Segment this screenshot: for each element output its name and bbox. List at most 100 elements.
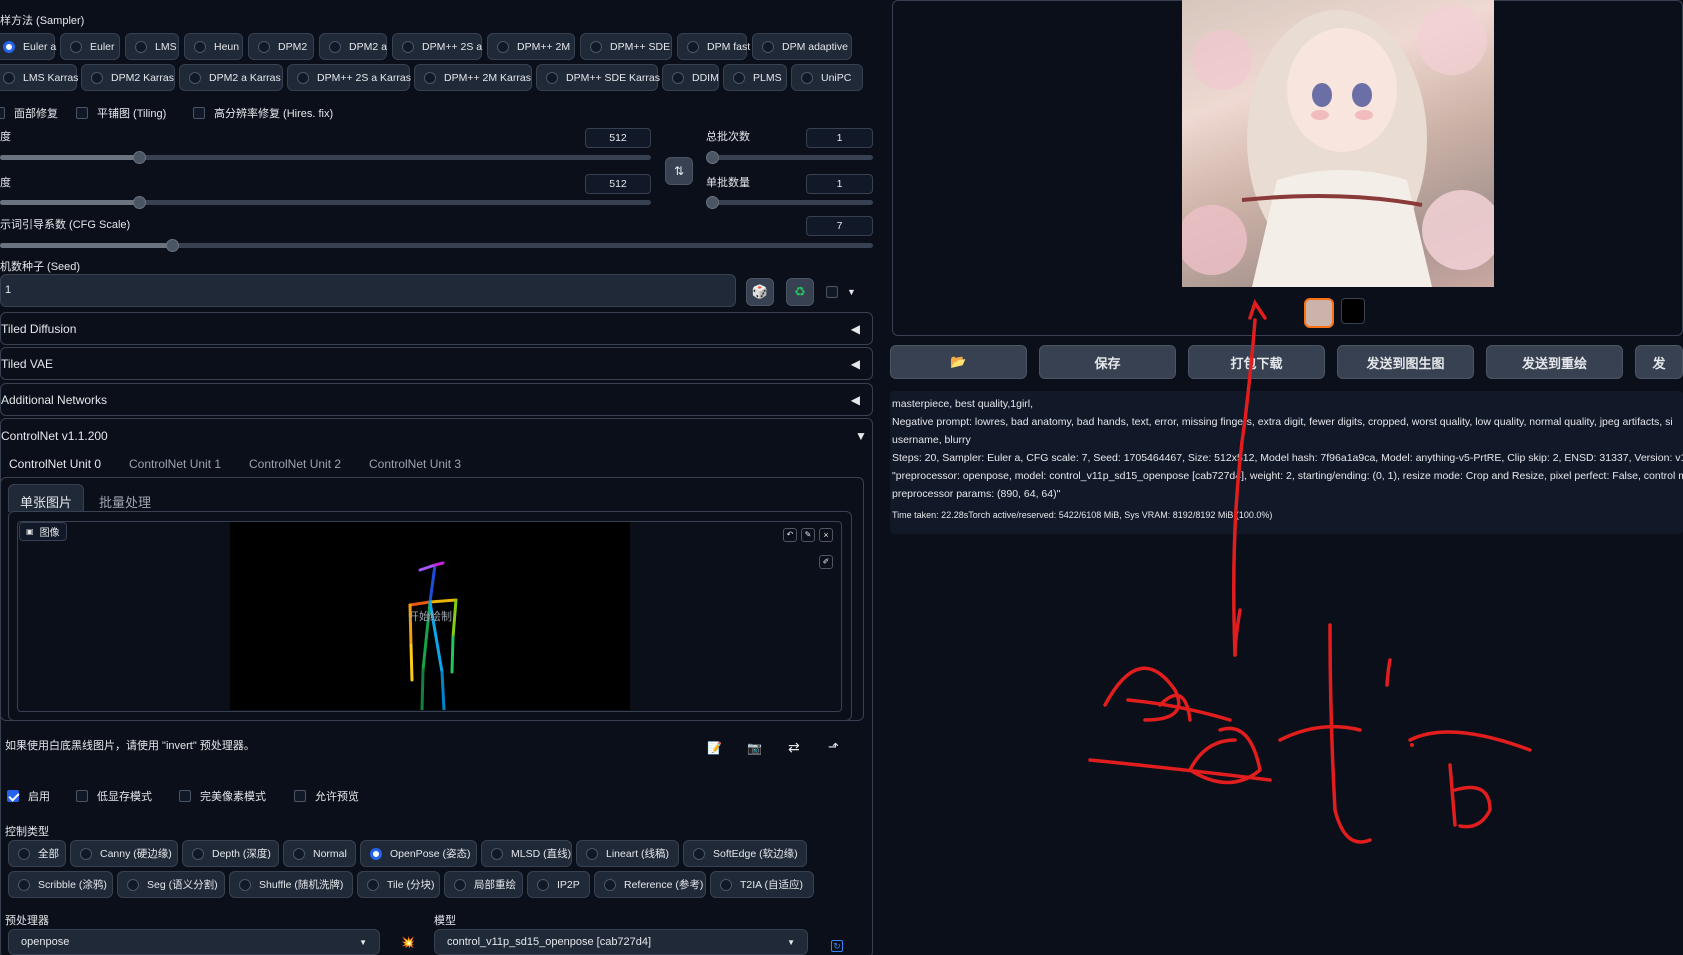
sampler-option[interactable]: Euler a <box>0 33 56 60</box>
sampler-option[interactable]: DPM fast <box>677 33 750 60</box>
radio-dot <box>491 847 503 860</box>
cfg-scale-slider[interactable] <box>0 239 873 252</box>
control-type-option[interactable]: 局部重绘 <box>444 871 523 898</box>
tab-batch[interactable]: 批量处理 <box>99 492 151 511</box>
batch-size-slider[interactable] <box>706 196 873 209</box>
radio-dot <box>693 847 705 860</box>
sampler-option[interactable]: DDIM <box>662 64 719 91</box>
control-type-option[interactable]: T2IA (自适应) <box>710 871 814 898</box>
controlnet-title: ControlNet v1.1.200 <box>1 429 108 443</box>
swap-icon[interactable]: ⇄ <box>788 739 800 756</box>
preprocessor-select[interactable]: openpose ▼ <box>8 929 380 955</box>
pose-canvas[interactable]: 开始绘制 <box>230 522 630 712</box>
control-type-option[interactable]: OpenPose (姿态) <box>360 840 477 867</box>
width-input[interactable]: 512 <box>585 128 651 148</box>
control-type-option[interactable]: Depth (深度) <box>182 840 279 867</box>
camera-icon[interactable]: 📷 <box>747 741 762 755</box>
model-select[interactable]: control_v11p_sd15_openpose [cab727d4] ▼ <box>434 929 808 955</box>
caret-down-icon[interactable]: ▼ <box>855 429 867 443</box>
sampler-option[interactable]: Euler <box>60 33 120 60</box>
sampler-option[interactable]: UniPC <box>791 64 863 91</box>
extra-seed-checkbox[interactable]: ▼ <box>826 286 856 298</box>
width-slider[interactable] <box>0 151 651 164</box>
sampler-option[interactable]: LMS <box>125 33 179 60</box>
enable-checkbox[interactable]: 启用 <box>7 788 50 804</box>
tab-controlnet-unit-0[interactable]: ControlNet Unit 0 <box>9 457 101 471</box>
low-vram-checkbox[interactable]: 低显存模式 <box>76 788 152 804</box>
radio-label: DPM++ 2S a Karras <box>317 71 411 84</box>
sampler-option[interactable]: DPM adaptive <box>752 33 852 60</box>
control-type-option[interactable]: Reference (参考) <box>594 871 706 898</box>
radio-dot <box>762 40 774 53</box>
tiled-vae-accordion[interactable]: Tiled VAE ◀ <box>0 347 873 380</box>
sampler-option[interactable]: DPM++ 2M <box>487 33 575 60</box>
control-type-option[interactable]: Scribble (涂鸦) <box>8 871 113 898</box>
hires-fix-checkbox[interactable]: 高分辨率修复 (Hires. fix) <box>193 105 333 121</box>
sampler-option[interactable]: DPM2 a <box>319 33 387 60</box>
recycle-icon: ♻ <box>794 284 806 299</box>
radio-dot <box>370 847 382 860</box>
control-type-option[interactable]: Canny (硬边缘) <box>70 840 178 867</box>
control-type-option[interactable]: MLSD (直线) <box>481 840 572 867</box>
sampler-option[interactable]: DPM++ 2S a <box>392 33 482 60</box>
height-input[interactable]: 512 <box>585 174 651 194</box>
tiled-diffusion-accordion[interactable]: Tiled Diffusion ◀ <box>0 312 873 345</box>
face-restore-checkbox[interactable]: 面部修复 <box>0 105 58 121</box>
radio-dot <box>3 71 15 84</box>
radio-label: SoftEdge (软边缘) <box>713 848 798 860</box>
close-icon[interactable]: × <box>819 528 833 542</box>
tab-controlnet-unit-3[interactable]: ControlNet Unit 3 <box>369 457 461 471</box>
sampler-option[interactable]: DPM2 Karras <box>81 64 175 91</box>
sampler-option[interactable]: DPM++ SDE <box>580 33 672 60</box>
control-type-option[interactable]: Tile (分块) <box>357 871 440 898</box>
model-label: 模型 <box>434 915 456 927</box>
send-dimensions-icon[interactable]: ⬏ <box>828 739 839 755</box>
edit-icon[interactable]: ✎ <box>801 528 815 542</box>
undo-icon[interactable]: ↶ <box>783 528 797 542</box>
sampler-option[interactable]: Heun <box>184 33 243 60</box>
sampler-option[interactable]: LMS Karras <box>0 64 78 91</box>
sampler-option[interactable]: DPM2 <box>248 33 314 60</box>
batch-count-slider[interactable] <box>706 151 873 164</box>
seed-input[interactable]: 1 <box>0 274 736 307</box>
refresh-models-icon[interactable]: ↻ <box>831 940 843 952</box>
run-preprocessor-icon[interactable]: 💥 <box>401 936 415 949</box>
sampler-option[interactable]: DPM++ 2M Karras <box>414 64 532 91</box>
tiling-checkbox[interactable]: 平铺图 (Tiling) <box>76 105 166 121</box>
invert-hint: 如果使用白底黑线图片，请使用 "invert" 预处理器。 <box>5 740 255 752</box>
cfg-scale-input[interactable]: 7 <box>806 216 873 236</box>
radio-dot <box>687 40 699 53</box>
control-type-option[interactable]: Lineart (线稿) <box>576 840 679 867</box>
control-type-option[interactable]: SoftEdge (软边缘) <box>683 840 807 867</box>
swap-dimensions-button[interactable]: ⇅ <box>665 157 693 185</box>
sampler-option[interactable]: DPM++ 2S a Karras <box>287 64 411 91</box>
pixel-perfect-checkbox[interactable]: 完美像素模式 <box>179 788 266 804</box>
sampler-option[interactable]: PLMS <box>723 64 787 91</box>
control-type-option[interactable]: IP2P <box>527 871 590 898</box>
random-seed-button[interactable]: 🎲 <box>746 278 774 306</box>
radio-label: DPM++ 2M <box>517 40 571 53</box>
allow-preview-checkbox[interactable]: 允许预览 <box>294 788 359 804</box>
control-type-option[interactable]: Seg (语义分割) <box>117 871 225 898</box>
control-type-option[interactable]: 全部 <box>8 840 66 867</box>
batch-size-input[interactable]: 1 <box>806 174 873 194</box>
radio-label: Normal <box>313 847 347 860</box>
radio-label: 全部 <box>38 848 59 860</box>
radio-label: Euler <box>90 40 115 53</box>
radio-dot <box>258 40 270 53</box>
tab-controlnet-unit-1[interactable]: ControlNet Unit 1 <box>129 457 221 471</box>
sampler-option[interactable]: DPM++ SDE Karras <box>536 64 660 91</box>
tab-controlnet-unit-2[interactable]: ControlNet Unit 2 <box>249 457 341 471</box>
control-type-option[interactable]: Shuffle (随机洗牌) <box>229 871 353 898</box>
new-canvas-icon[interactable]: 📝 <box>707 741 722 755</box>
batch-count-input[interactable]: 1 <box>806 128 873 148</box>
sampler-option[interactable]: DPM2 a Karras <box>179 64 283 91</box>
tab-single-image[interactable]: 单张图片 <box>20 492 72 511</box>
control-type-option[interactable]: Normal <box>283 840 356 867</box>
radio-label: DPM++ 2S a <box>422 40 483 53</box>
additional-networks-accordion[interactable]: Additional Networks ◀ <box>0 383 873 416</box>
reuse-seed-button[interactable]: ♻ <box>786 278 814 306</box>
chevron-down-icon: ▼ <box>359 937 367 947</box>
brush-icon[interactable]: ✐ <box>819 555 833 569</box>
height-slider[interactable] <box>0 196 651 209</box>
